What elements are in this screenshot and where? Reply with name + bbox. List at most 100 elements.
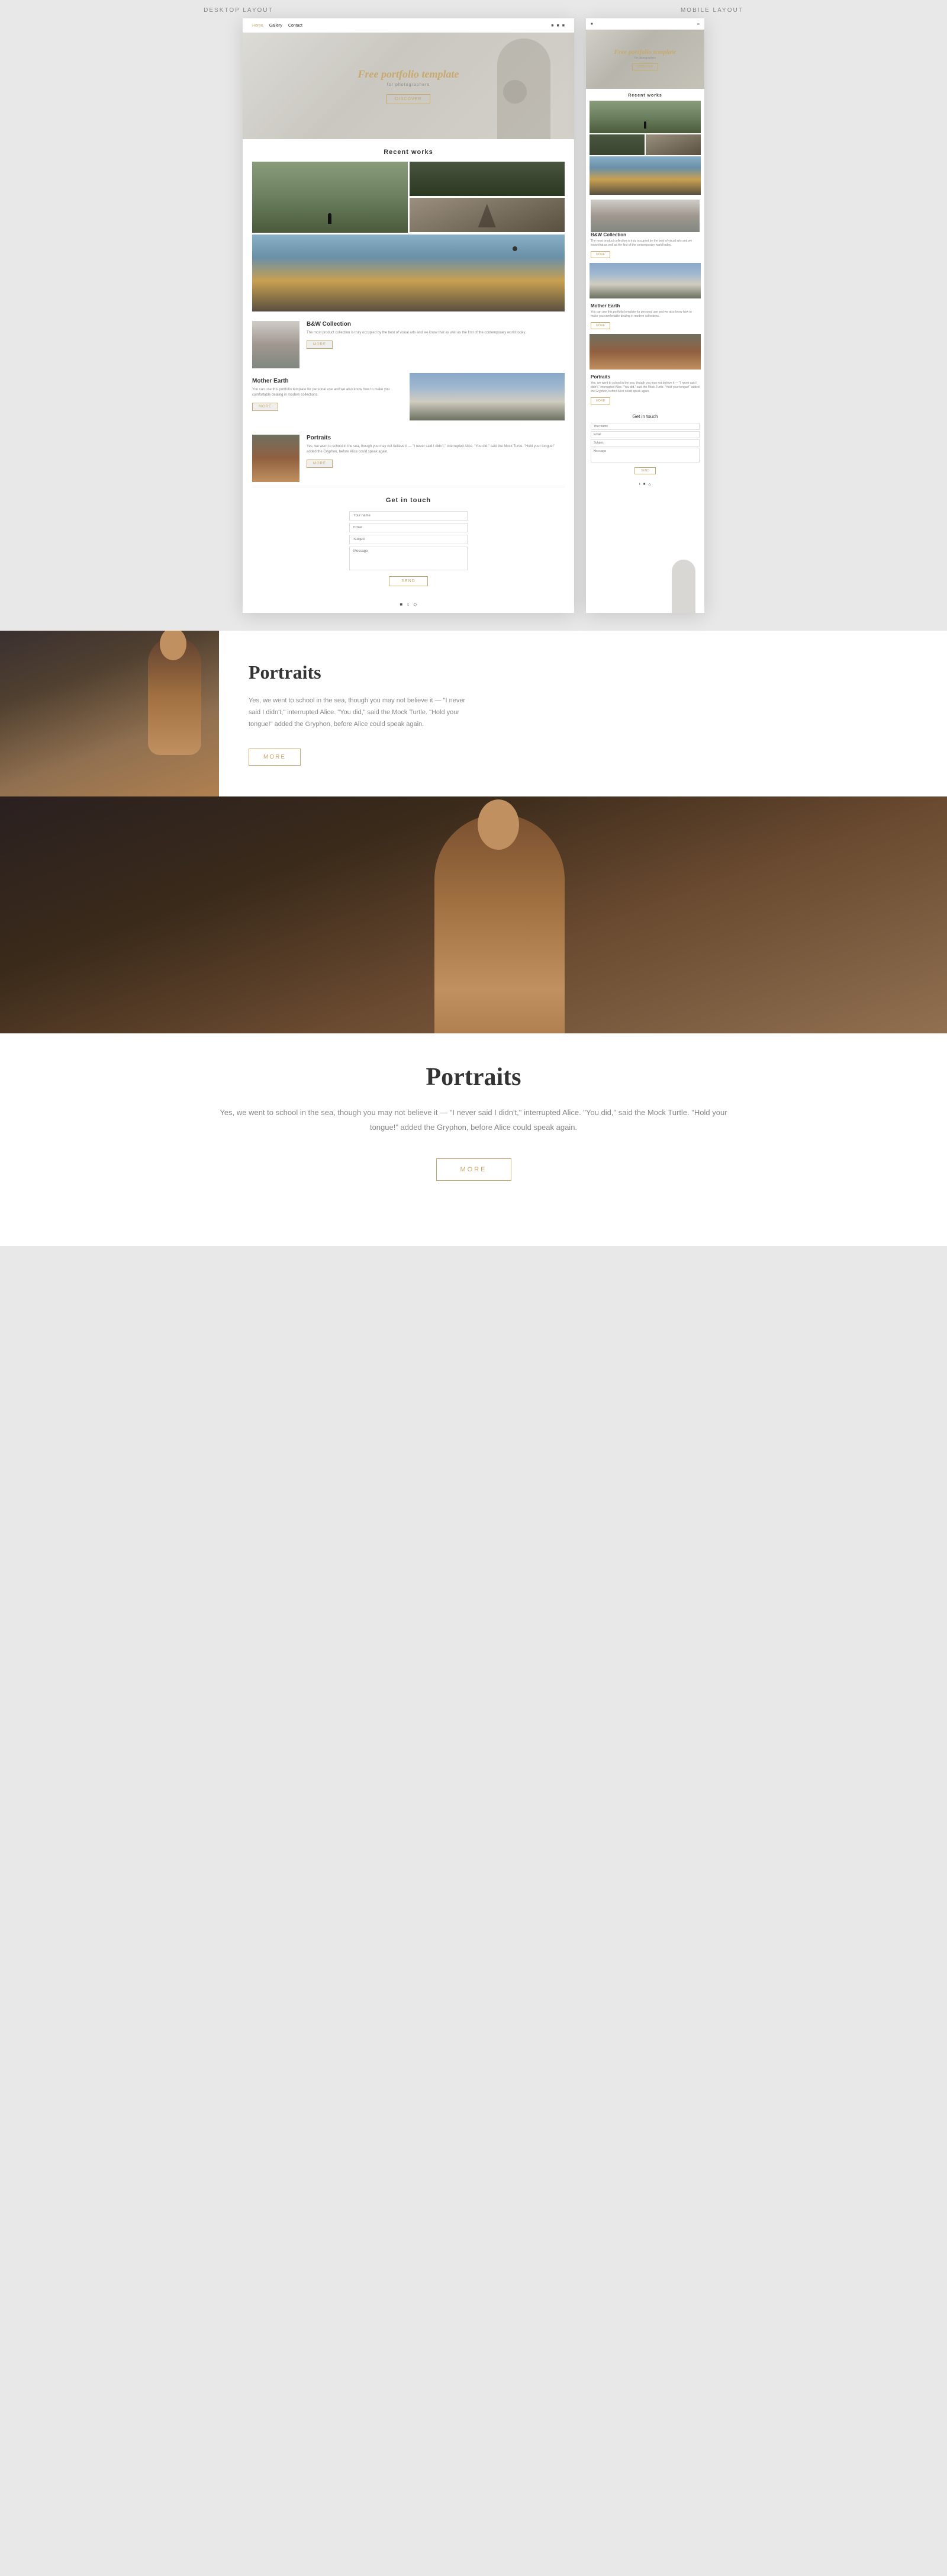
mobile-hero: Free portfolio template for photographer…	[586, 30, 704, 89]
portraits-heading: Portraits	[307, 435, 565, 441]
contact-message-input[interactable]	[349, 547, 468, 570]
contact-email-input[interactable]	[349, 523, 468, 532]
mobile-hero-title: Free portfolio template	[614, 49, 676, 56]
mobile-subject-input[interactable]	[591, 439, 700, 447]
mobile-hero-figure	[672, 560, 695, 613]
photo-mountain	[410, 373, 565, 420]
nav-home[interactable]: Home	[252, 24, 263, 28]
nav-social-icons: ■ ■ ■	[551, 23, 565, 28]
hero-title: Free portfolio template	[358, 68, 459, 81]
mobile-send-button[interactable]: SEND	[634, 467, 656, 474]
mobile-hero-btn[interactable]: DISCOVER	[632, 63, 658, 70]
mobile-two-col	[590, 134, 701, 155]
portraits-more-button[interactable]: MORE	[307, 460, 333, 468]
mother-earth-body: You can use this portfolio template for …	[252, 387, 408, 398]
mobile-message-input[interactable]	[591, 448, 700, 462]
mother-earth-heading: Mother Earth	[252, 378, 408, 384]
mobile-hero-subtitle: for photographers	[634, 57, 656, 60]
portraits-page-body: Yes, we went to school in the sea, thoug…	[249, 695, 474, 730]
mobile-portraits-body: Yes, we went to school in the sea, thoug…	[591, 381, 700, 394]
bw-collection-section: B&W Collection The most product collecti…	[243, 311, 574, 373]
full-portrait-page: Portraits Yes, we went to school in the …	[0, 796, 947, 1246]
mobile-photo-grid	[586, 101, 704, 195]
facebook-icon[interactable]: ■	[551, 23, 553, 28]
mobile-recent-works: Recent works	[586, 89, 704, 101]
bw-collection-body: The most product collection is truly occ…	[307, 330, 565, 336]
full-portrait-hero	[0, 796, 947, 1033]
portraits-more-large-button[interactable]: MORE	[249, 749, 301, 766]
figure-silhouette	[328, 213, 331, 224]
mobile-facebook-icon[interactable]: ■	[643, 483, 646, 487]
mother-earth-more-button[interactable]: MORE	[252, 403, 278, 411]
portraits-large-image	[0, 631, 219, 796]
cliff-figure	[513, 246, 517, 251]
photo-grid-top	[243, 162, 574, 311]
mountain-mother-grid: Mother Earth You can use this portfolio …	[243, 373, 574, 425]
portraits-page-title: Portraits	[249, 661, 917, 683]
bw-collection-image	[252, 321, 299, 368]
portraits-image	[252, 435, 299, 482]
full-portrait-body: Yes, we went to school in the sea, thoug…	[207, 1106, 740, 1135]
contact-send-button[interactable]: SEND	[389, 576, 427, 586]
mobile-bw-image	[591, 200, 700, 232]
mobile-portraits-section: Portraits Yes, we went to school in the …	[586, 370, 704, 409]
photo-grid-inner	[252, 162, 565, 233]
mobile-figure-silhouette	[644, 121, 646, 129]
nav-gallery[interactable]: Gallery	[269, 24, 282, 28]
hero-figure-head	[503, 80, 527, 104]
mobile-instagram-icon[interactable]: ◇	[648, 483, 651, 487]
footer-twitter-icon[interactable]: t	[407, 602, 408, 607]
portraits-section: Portraits Yes, we went to school in the …	[243, 425, 574, 487]
mobile-name-input[interactable]	[591, 423, 700, 430]
mobile-twitter-icon[interactable]: t	[639, 483, 640, 487]
hero-subtitle: for photographers	[387, 83, 430, 87]
layout-labels: DESKTOP LAYOUT MOBILE LAYOUT	[0, 0, 947, 18]
bw-collection-heading: B&W Collection	[307, 321, 565, 327]
figure-arms-silhouette	[478, 204, 496, 227]
full-portrait-more-button[interactable]: MORE	[436, 1158, 511, 1181]
portraits-preview-section: Portraits Yes, we went to school in the …	[0, 631, 947, 796]
mobile-photo-forest	[590, 134, 645, 155]
hamburger-icon[interactable]: ≡	[697, 21, 700, 27]
mobile-photo-mountain	[590, 263, 701, 298]
mobile-bw-btn[interactable]: MORE	[591, 251, 610, 258]
mobile-bw-body: The most product collection is truly occ…	[591, 239, 700, 248]
mobile-label: MOBILE LAYOUT	[681, 7, 743, 14]
instagram-icon[interactable]: ■	[562, 23, 565, 28]
mobile-portraits-img-section	[586, 334, 704, 370]
desktop-label: DESKTOP LAYOUT	[204, 7, 273, 14]
photo-road	[252, 162, 408, 233]
contact-subject-input[interactable]	[349, 535, 468, 544]
contact-name-input[interactable]	[349, 511, 468, 521]
mobile-footer: t ■ ◇	[586, 479, 704, 490]
footer-instagram-icon[interactable]: ◇	[413, 602, 417, 607]
mobile-nav: ■ ≡	[586, 18, 704, 30]
portraits-body: Yes, we went to school in the sea, thoug…	[307, 444, 565, 455]
bw-collection-text: B&W Collection The most product collecti…	[307, 321, 565, 349]
mobile-mother-heading: Mother Earth	[591, 303, 700, 309]
recent-works-title: Recent works	[243, 139, 574, 162]
mobile-mother-btn[interactable]: MORE	[591, 322, 610, 329]
mobile-contact-section: Get in touch SEND	[586, 409, 704, 479]
photo-figure-arms	[410, 198, 565, 232]
right-photos	[410, 162, 565, 233]
mobile-mountain-section	[586, 263, 704, 298]
twitter-icon[interactable]: ■	[557, 23, 559, 28]
full-portrait-content: Portraits Yes, we went to school in the …	[0, 1033, 947, 1210]
mobile-email-input[interactable]	[591, 431, 700, 438]
mobile-nav-logo: ■	[591, 23, 593, 26]
nav-contact[interactable]: Contact	[288, 24, 302, 28]
footer-facebook-icon[interactable]: ■	[400, 602, 402, 607]
full-portrait-head	[478, 799, 519, 850]
mobile-photo-road	[590, 101, 701, 133]
photo-cliff	[252, 235, 565, 311]
portraits-text: Portraits Yes, we went to school in the …	[307, 435, 565, 468]
bw-collection-more-button[interactable]: MORE	[307, 341, 333, 349]
portraits-text-card: Portraits Yes, we went to school in the …	[219, 631, 947, 796]
contact-section: Get in touch SEND	[243, 487, 574, 596]
hero-discover-button[interactable]: DISCOVER	[386, 94, 431, 104]
mother-earth-text: Mother Earth You can use this portfolio …	[252, 373, 408, 420]
mobile-portraits-btn[interactable]: MORE	[591, 397, 610, 404]
mobile-mother-body: You can use this portfolio template for …	[591, 310, 700, 319]
photo-forest	[410, 162, 565, 196]
